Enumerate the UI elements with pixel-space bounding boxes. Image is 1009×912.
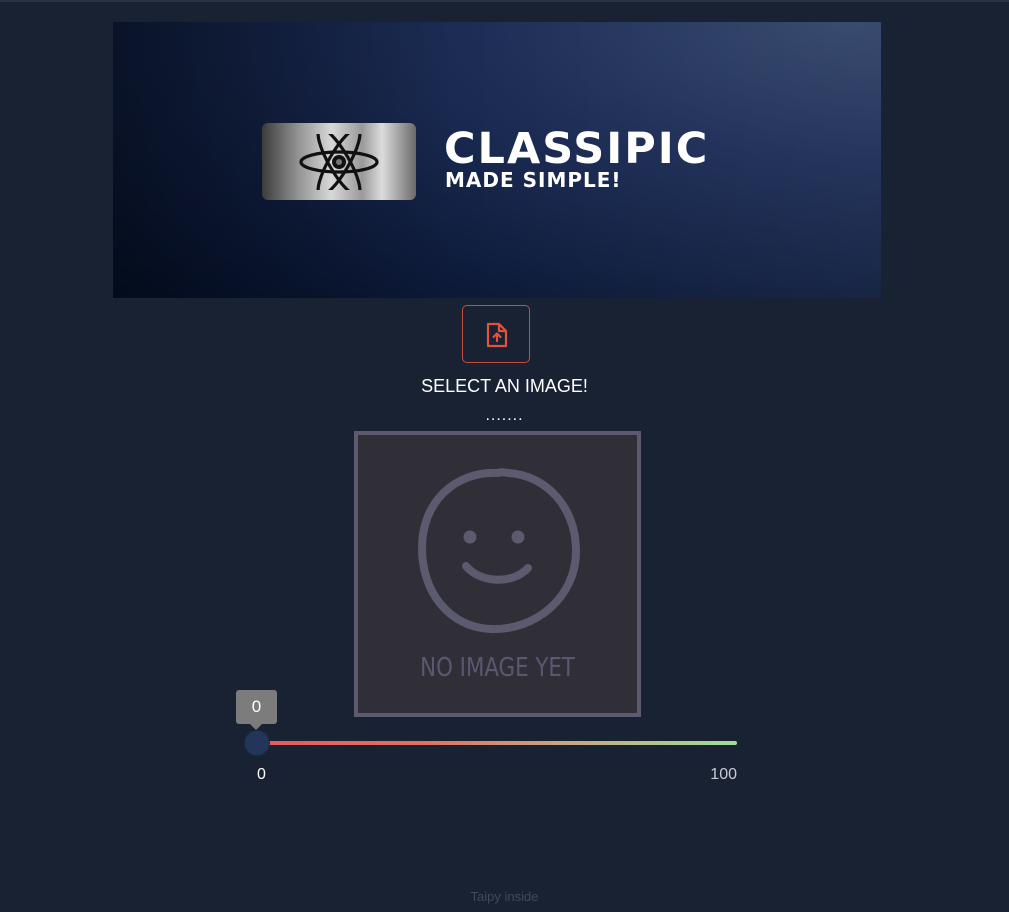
slider-thumb[interactable] [245, 731, 269, 755]
select-image-label: SELECT AN IMAGE! [421, 376, 588, 396]
prediction-label: ....... [485, 407, 524, 424]
file-upload-icon [486, 322, 508, 348]
upload-image-button[interactable] [462, 305, 530, 363]
image-placeholder: NO IMAGE YET [354, 431, 641, 717]
slider-min-label: 0 [257, 766, 266, 783]
slider-value-tooltip: 0 [236, 690, 277, 730]
slider-track[interactable] [257, 741, 737, 745]
no-image-text: NO IMAGE YET [420, 653, 575, 683]
flower-logo-icon [299, 134, 379, 190]
logo-plate [262, 123, 416, 200]
footer-text: Taipy inside [470, 889, 539, 904]
confidence-slider[interactable]: 0 0 100 [236, 688, 744, 788]
banner-image: CLASSIPIC MADE SIMPLE! [113, 22, 881, 298]
slider-max-label: 100 [710, 766, 737, 783]
top-border [0, 0, 1009, 2]
brand-title: CLASSIPIC [444, 124, 710, 174]
brand-subtitle: MADE SIMPLE! [445, 168, 622, 192]
